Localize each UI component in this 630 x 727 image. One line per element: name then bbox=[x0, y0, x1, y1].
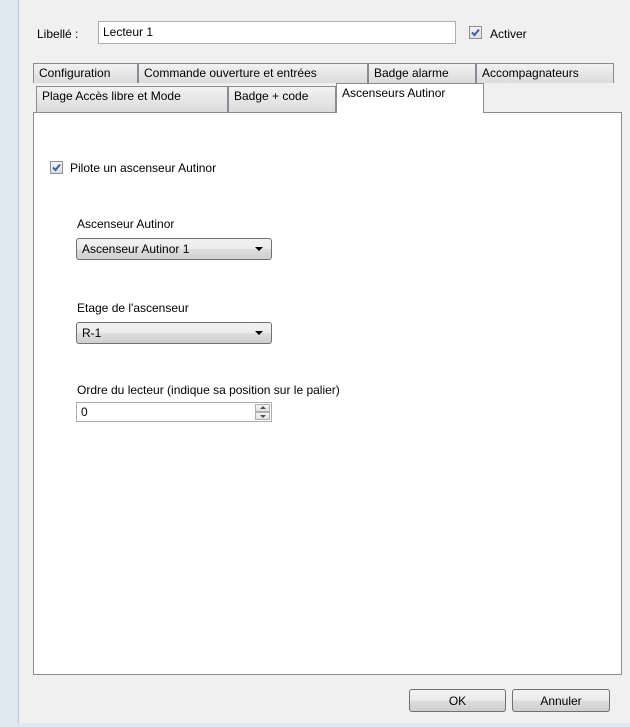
window-left-edge bbox=[0, 0, 19, 727]
tab-label: Badge + code bbox=[234, 89, 309, 103]
checkmark-icon bbox=[52, 163, 61, 172]
label-input-value: Lecteur 1 bbox=[103, 25, 154, 39]
chevron-down-icon bbox=[255, 331, 263, 335]
tab-configuration[interactable]: Configuration bbox=[33, 63, 138, 83]
order-stepper[interactable]: 0 bbox=[76, 402, 272, 422]
spin-down-button[interactable] bbox=[255, 412, 270, 420]
tab-badge-code[interactable]: Badge + code bbox=[228, 86, 336, 112]
spin-up-button[interactable] bbox=[255, 404, 270, 412]
tab-label: Configuration bbox=[39, 66, 111, 80]
tab-content-panel: Pilote un ascenseur Autinor Ascenseur Au… bbox=[33, 112, 622, 675]
activate-checkbox[interactable] bbox=[469, 26, 482, 39]
arrow-up-icon bbox=[260, 406, 266, 409]
activate-label: Activer bbox=[490, 27, 527, 41]
checkmark-icon bbox=[471, 28, 480, 37]
tab-label: Plage Accès libre et Mode bbox=[42, 89, 181, 103]
elevator-label: Ascenseur Autinor bbox=[77, 217, 175, 231]
tab-plage-acces-libre[interactable]: Plage Accès libre et Mode bbox=[36, 86, 228, 112]
floor-select-value: R-1 bbox=[82, 326, 102, 340]
tab-badge-alarme[interactable]: Badge alarme bbox=[368, 63, 476, 83]
window-bottom-edge bbox=[0, 723, 630, 727]
tab-accompagnateurs[interactable]: Accompagnateurs bbox=[476, 63, 614, 83]
elevator-select-value: Ascenseur Autinor 1 bbox=[82, 242, 190, 256]
cancel-button[interactable]: Annuler bbox=[512, 689, 610, 712]
floor-label: Etage de l'ascenseur bbox=[77, 301, 189, 315]
order-label: Ordre du lecteur (indique sa position su… bbox=[77, 383, 340, 397]
tab-label: Commande ouverture et entrées bbox=[144, 66, 317, 80]
arrow-down-icon bbox=[260, 415, 266, 418]
tab-ascenseurs-autinor[interactable]: Ascenseurs Autinor bbox=[336, 83, 484, 113]
spin-buttons bbox=[255, 404, 270, 420]
floor-select[interactable]: R-1 bbox=[76, 322, 272, 344]
pilot-checkbox-label: Pilote un ascenseur Autinor bbox=[70, 161, 217, 175]
ok-button[interactable]: OK bbox=[409, 689, 506, 712]
tab-label: Ascenseurs Autinor bbox=[342, 86, 446, 100]
chevron-down-icon bbox=[255, 247, 263, 251]
label-input[interactable]: Lecteur 1 bbox=[98, 21, 456, 44]
pilot-checkbox[interactable] bbox=[50, 161, 63, 174]
tab-commande-ouverture[interactable]: Commande ouverture et entrées bbox=[138, 63, 368, 83]
elevator-select[interactable]: Ascenseur Autinor 1 bbox=[76, 238, 272, 260]
label-caption: Libellé : bbox=[37, 27, 79, 41]
order-stepper-value: 0 bbox=[81, 405, 88, 419]
tab-label: Badge alarme bbox=[374, 66, 449, 80]
tab-label: Accompagnateurs bbox=[482, 66, 579, 80]
